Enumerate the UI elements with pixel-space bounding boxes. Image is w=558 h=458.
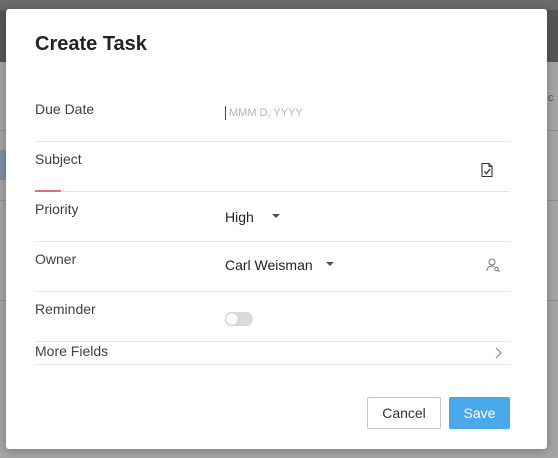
owner-dropdown[interactable]: Carl Weisman: [225, 257, 334, 273]
due-date-input[interactable]: MMM D, YYYY: [225, 106, 303, 120]
due-date-label: Due Date: [35, 101, 95, 117]
subject-label: Subject: [35, 151, 82, 167]
dialog-title: Create Task: [35, 33, 147, 55]
owner-label: Owner: [35, 251, 77, 267]
priority-label: Priority: [35, 201, 79, 217]
due-date-row: Due Date MMM D, YYYY: [35, 91, 510, 142]
toggle-knob: [226, 313, 238, 325]
reminder-label: Reminder: [35, 301, 96, 317]
caret-down-icon: [325, 262, 334, 267]
chevron-right-icon: [495, 347, 502, 359]
more-fields-row[interactable]: More Fields: [35, 341, 510, 365]
cancel-button[interactable]: Cancel: [367, 397, 441, 429]
owner-row: Owner Carl Weisman: [35, 241, 510, 292]
background-partial-text: c: [548, 92, 554, 104]
priority-row: Priority High: [35, 191, 510, 242]
reminder-row: Reminder: [35, 291, 510, 342]
owner-value: Carl Weisman: [225, 257, 313, 273]
priority-dropdown[interactable]: High: [225, 209, 280, 225]
priority-value: High: [225, 209, 254, 225]
subject-row: Subject: [35, 141, 510, 192]
caret-down-icon: [271, 214, 280, 219]
more-fields-label: More Fields: [35, 343, 109, 359]
reminder-toggle[interactable]: [225, 312, 253, 326]
save-button[interactable]: Save: [449, 397, 510, 429]
document-check-icon[interactable]: [479, 162, 495, 178]
user-search-icon[interactable]: [485, 257, 501, 273]
create-task-dialog: Create Task Due Date MMM D, YYYY Subject…: [6, 9, 547, 449]
subject-input[interactable]: [225, 159, 465, 177]
